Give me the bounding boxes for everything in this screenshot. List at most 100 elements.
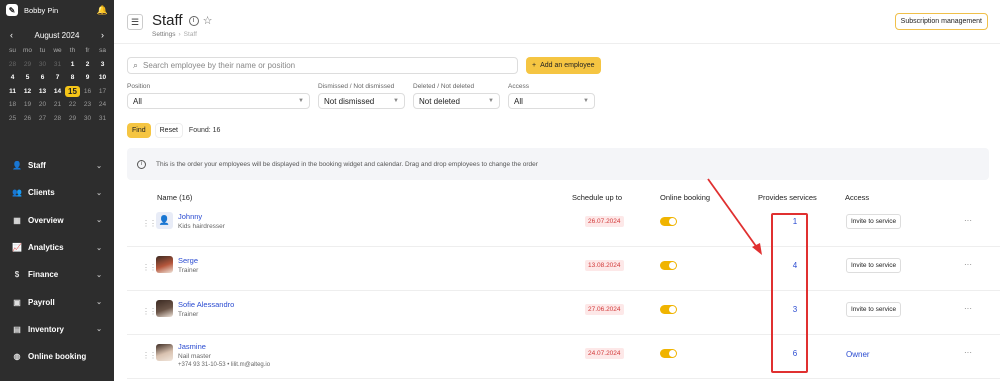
calendar-day[interactable]: 31	[50, 59, 65, 71]
calendar-day[interactable]: 30	[35, 59, 50, 71]
search-input[interactable]: ⌕ Search employee by their name or posit…	[127, 57, 518, 74]
prev-month-icon[interactable]: ‹	[10, 30, 13, 40]
calendar-day[interactable]: 1	[65, 59, 80, 71]
calendar-day[interactable]: 21	[50, 99, 65, 111]
sidebar-item-overview[interactable]: ▦ Overview ⌄	[0, 207, 114, 234]
star-icon[interactable]: ☆	[203, 14, 213, 27]
calendar-day[interactable]: 20	[35, 99, 50, 111]
employee-name[interactable]: Johnny	[178, 212, 202, 221]
avatar	[156, 300, 173, 317]
dollar-icon: $	[14, 270, 20, 280]
calendar-day[interactable]: 8	[65, 72, 80, 84]
subscription-management-button[interactable]: Subscription management	[894, 13, 988, 30]
sidebar-item-finance[interactable]: $ Finance ⌄	[0, 261, 114, 288]
calendar-day[interactable]: 23	[80, 99, 95, 111]
filter-select[interactable]: Not dismissed ▼	[318, 93, 405, 109]
chevron-down-icon: ▼	[298, 98, 304, 104]
sidebar-item-online-booking[interactable]: ◍ Online booking	[0, 343, 114, 370]
online-booking-toggle[interactable]	[660, 349, 677, 358]
online-booking-toggle[interactable]	[660, 261, 677, 270]
calendar-day[interactable]: 27	[35, 113, 50, 125]
menu-toggle-button[interactable]: ☰	[127, 14, 143, 30]
employee-name[interactable]: Jasmine	[178, 342, 206, 351]
sidebar-item-clients[interactable]: 👥 Clients ⌄	[0, 179, 114, 206]
table-row[interactable]: ⋮⋮ Jasmine Nail master +374 93 31-10-53 …	[127, 335, 1000, 379]
invite-to-service-button[interactable]: Invite to service	[846, 214, 902, 229]
calendar-day[interactable]: 22	[65, 99, 80, 111]
avatar: 👤	[156, 212, 173, 229]
calendar-day[interactable]: 19	[20, 99, 35, 111]
breadcrumb-settings[interactable]: Settings	[152, 31, 176, 38]
table-row[interactable]: ⋮⋮ Sofie Alessandro Trainer 27.06.2024 3…	[127, 291, 1000, 335]
invite-to-service-button[interactable]: Invite to service	[846, 302, 902, 317]
calendar-day[interactable]: 18	[5, 99, 20, 111]
employee-name[interactable]: Serge	[178, 256, 198, 265]
calendar-day[interactable]: 4	[5, 72, 20, 84]
calendar-day[interactable]: 12	[20, 86, 35, 98]
table-row[interactable]: ⋮⋮ 👤 Johnny Kids hairdresser 26.07.2024 …	[127, 203, 1000, 247]
chart-icon: 📈	[12, 243, 22, 253]
reset-button[interactable]: Reset	[154, 123, 183, 138]
access-owner-link[interactable]: Owner	[846, 350, 870, 359]
calendar-day[interactable]: 3	[95, 59, 110, 71]
filter-select[interactable]: All ▼	[127, 93, 310, 109]
calendar-day[interactable]: 10	[95, 72, 110, 84]
calendar-day[interactable]: 31	[95, 113, 110, 125]
sidebar-item-label: Inventory	[28, 324, 65, 334]
annotation-arrow-icon	[707, 178, 762, 255]
table-row[interactable]: ⋮⋮ Serge Trainer 13.08.2024 4 Invite to …	[127, 247, 1000, 291]
more-options-icon[interactable]: ···	[964, 348, 972, 357]
drag-handle-icon[interactable]: ⋮⋮	[142, 307, 157, 316]
calendar-day[interactable]: 28	[5, 59, 20, 71]
calendar-day[interactable]: 2	[80, 59, 95, 71]
calendar-day[interactable]: 25	[5, 113, 20, 125]
drag-handle-icon[interactable]: ⋮⋮	[142, 219, 157, 228]
calendar-day[interactable]: 29	[20, 59, 35, 71]
employee-name[interactable]: Sofie Alessandro	[178, 300, 234, 309]
drag-handle-icon[interactable]: ⋮⋮	[142, 263, 157, 272]
find-button[interactable]: Find	[127, 123, 151, 138]
online-booking-toggle[interactable]	[660, 305, 677, 314]
title-block: Staff i ☆ Settings › Staff	[152, 12, 212, 38]
calendar-day[interactable]: 24	[95, 99, 110, 111]
invite-to-service-button[interactable]: Invite to service	[846, 258, 902, 273]
sidebar-item-analytics[interactable]: 📈 Analytics ⌄	[0, 234, 114, 261]
calendar-day[interactable]: 6	[35, 72, 50, 84]
calendar-day[interactable]: 9	[80, 72, 95, 84]
online-booking-toggle[interactable]	[660, 217, 677, 226]
brand[interactable]: ✎ Bobby Pin 🔔	[0, 0, 114, 20]
calendar-day[interactable]: 11	[5, 86, 20, 98]
more-options-icon[interactable]: ···	[964, 304, 972, 313]
more-options-icon[interactable]: ···	[964, 216, 972, 225]
calendar-day[interactable]: 28	[50, 113, 65, 125]
calendar-day[interactable]: 29	[65, 113, 80, 125]
add-employee-button[interactable]: + Add an employee	[526, 57, 601, 74]
filter-actions: Find Reset Found: 16	[127, 123, 220, 138]
chevron-down-icon: ⌄	[96, 162, 102, 170]
calendar-day[interactable]: 30	[80, 113, 95, 125]
calendar-day[interactable]: 14	[50, 86, 65, 98]
weekday-label: tu	[39, 47, 46, 54]
calendar-day[interactable]: 17	[95, 86, 110, 98]
calendar-day[interactable]: 16	[80, 86, 95, 98]
more-options-icon[interactable]: ···	[964, 260, 972, 269]
search-row: ⌕ Search employee by their name or posit…	[127, 57, 601, 74]
filter-select[interactable]: All ▼	[508, 93, 595, 109]
header-access: Access	[845, 193, 870, 202]
sidebar-item-staff[interactable]: 👤 Staff ⌄	[0, 152, 114, 179]
calendar-day[interactable]: 26	[20, 113, 35, 125]
calendar-day[interactable]: 5	[20, 72, 35, 84]
calendar-day[interactable]: 13	[35, 86, 50, 98]
drag-handle-icon[interactable]: ⋮⋮	[142, 351, 157, 360]
calendar-day[interactable]: 7	[50, 72, 65, 84]
sidebar-item-inventory[interactable]: ▤ Inventory ⌄	[0, 316, 114, 343]
info-icon[interactable]: i	[188, 15, 199, 26]
bell-icon[interactable]: 🔔	[97, 5, 108, 16]
filter-select[interactable]: Not deleted ▼	[413, 93, 500, 109]
filter-value: All	[514, 96, 523, 106]
calendar-day-today[interactable]: 15	[65, 85, 80, 97]
header-name[interactable]: Name (16)	[157, 193, 192, 202]
sidebar-item-loyalty[interactable]: ♡Loyalty	[0, 370, 114, 381]
next-month-icon[interactable]: ›	[101, 30, 104, 40]
sidebar-item-payroll[interactable]: ▣ Payroll ⌄	[0, 288, 114, 315]
